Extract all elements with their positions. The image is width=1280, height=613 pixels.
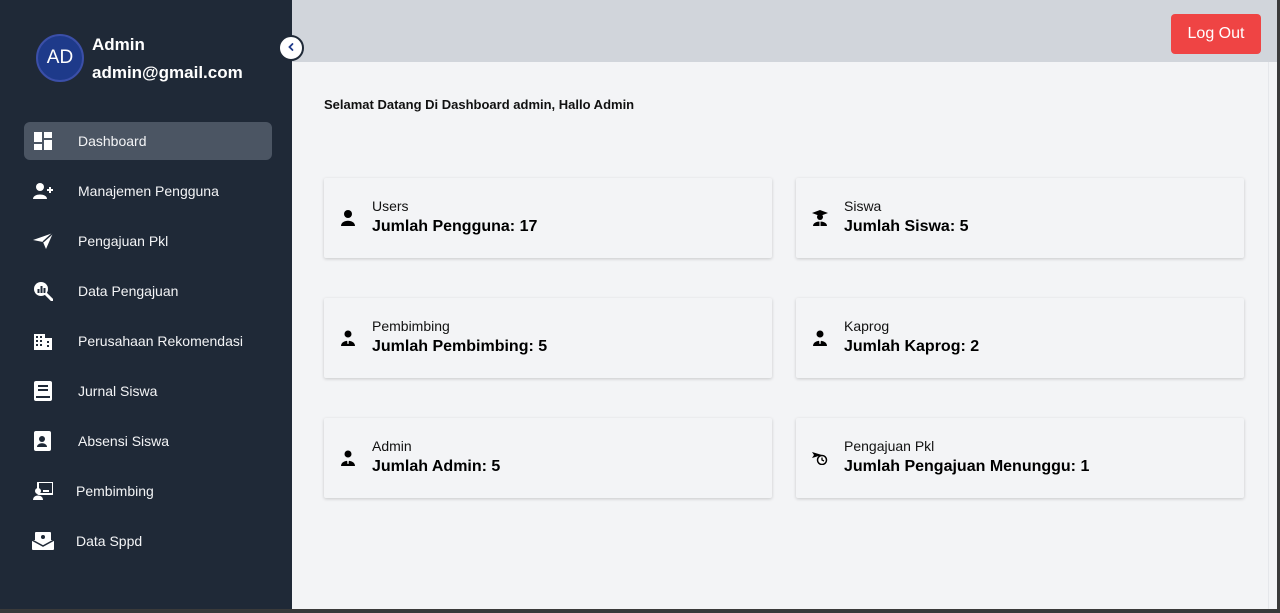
card-title: Siswa [844,198,882,214]
scrollbar[interactable] [1268,62,1277,609]
stat-card-users: Users Jumlah Pengguna: 17 [324,178,772,258]
dashboard-icon [32,131,54,151]
sidebar-item-pengajuan-pkl[interactable]: Pengajuan Pkl [24,222,272,260]
sidebar-item-manajemen-pengguna[interactable]: Manajemen Pengguna [24,172,272,210]
sidebar-item-pembimbing[interactable]: Pembimbing [24,472,272,510]
user-email: admin@gmail.com [92,63,243,82]
card-title: Kaprog [844,318,890,334]
sidebar-item-label: Perusahaan Rekomendasi [78,333,243,349]
sidebar-item-label: Pembimbing [76,483,154,499]
book-icon [32,381,54,401]
user-plus-icon [32,181,54,201]
user-icon [340,209,356,227]
paper-plane-icon [32,231,54,251]
sidebar-item-label: Manajemen Pengguna [78,183,219,199]
card-value: Jumlah Pengguna: 17 [372,218,538,235]
sidebar-item-jurnal-siswa[interactable]: Jurnal Siswa [24,372,272,410]
sidebar: AD Admin admin@gmail.com Dashboard Manaj… [0,0,292,609]
stat-card-siswa: Siswa Jumlah Siswa: 5 [796,178,1244,258]
sidebar-item-data-sppd[interactable]: Data Sppd [24,522,272,560]
sidebar-item-label: Absensi Siswa [78,433,170,449]
chevron-left-icon [286,39,296,57]
graduate-icon [812,209,828,227]
stat-card-pengajuan-pkl: Pengajuan Pkl Jumlah Pengajuan Menunggu:… [796,418,1244,498]
user-tie-icon [340,329,356,347]
user-tie-icon [340,449,356,467]
contact-book-icon [32,431,54,451]
sidebar-item-label: Dashboard [78,133,147,149]
sidebar-item-dashboard[interactable]: Dashboard [24,122,272,160]
logout-button[interactable]: Log Out [1171,14,1261,54]
card-title: Pengajuan Pkl [844,438,935,454]
stat-card-kaprog: Kaprog Jumlah Kaprog: 2 [796,298,1244,378]
card-value: Jumlah Siswa: 5 [844,218,969,235]
card-value: Jumlah Kaprog: 2 [844,338,980,355]
stat-card-admin: Admin Jumlah Admin: 5 [324,418,772,498]
sidebar-item-perusahaan-rekomendasi[interactable]: Perusahaan Rekomendasi [24,322,272,360]
sidebar-item-label: Data Sppd [76,533,143,549]
card-title: Users [372,198,409,214]
card-title: Admin [372,438,412,454]
top-bar: Log Out [292,0,1277,62]
user-tie-icon [812,329,828,347]
teacher-board-icon [32,481,54,501]
magnify-chart-icon [32,281,54,301]
main-content: Log Out Selamat Datang Di Dashboard admi… [292,0,1277,609]
page-title: Selamat Datang Di Dashboard admin, Hallo… [324,97,635,112]
card-title: Pembimbing [372,318,450,334]
sidebar-item-absensi-siswa[interactable]: Absensi Siswa [24,422,272,460]
building-icon [32,331,54,351]
sidebar-collapse-button[interactable] [278,35,304,61]
sidebar-item-data-pengajuan[interactable]: Data Pengajuan [24,272,272,310]
card-value: Jumlah Pembimbing: 5 [372,338,548,355]
user-name: Admin [92,35,145,54]
sidebar-item-label: Pengajuan Pkl [78,233,169,249]
user-profile: AD Admin admin@gmail.com [36,34,243,87]
hourglass-send-icon [812,449,828,467]
avatar: AD [36,34,84,82]
sidebar-item-label: Data Pengajuan [78,283,179,299]
card-value: Jumlah Admin: 5 [372,458,501,475]
stat-card-pembimbing: Pembimbing Jumlah Pembimbing: 5 [324,298,772,378]
sidebar-item-label: Jurnal Siswa [78,383,158,399]
card-value: Jumlah Pengajuan Menunggu: 1 [844,458,1090,475]
window-frame-bottom [0,609,1280,613]
money-envelope-icon [32,531,54,551]
sidebar-nav: Dashboard Manajemen Pengguna Pengajuan P… [24,122,272,572]
